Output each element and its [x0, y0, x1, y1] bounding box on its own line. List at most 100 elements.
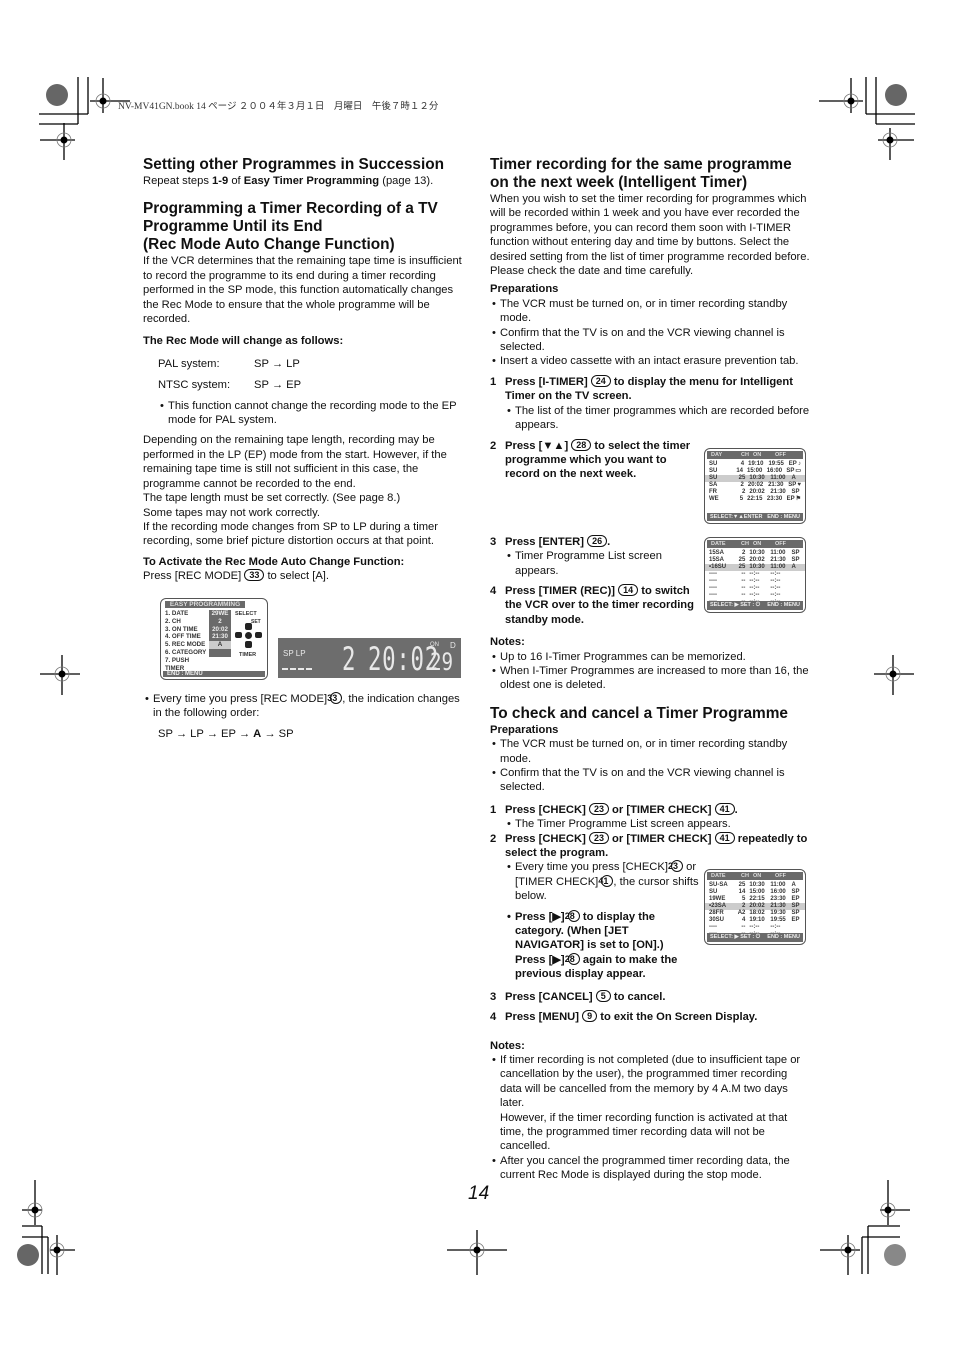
pal-note: This function cannot change the recordin…: [158, 399, 463, 428]
osd-row: --------:----:--: [705, 578, 805, 585]
easy-osd-rows: 1. DATE 29WE 2. CH 2 3. ON TIME 20:02 4. OFF T…: [165, 610, 235, 672]
easy-osd-row: 1. DATE 29WE: [165, 610, 235, 618]
osd-cell: 11:00: [770, 564, 786, 570]
osd-cell: 18:02: [749, 910, 765, 916]
section-title-succession: Setting other Programmes in Succession: [143, 156, 445, 173]
osd-cell: --: [741, 924, 746, 930]
osd-cell: 25: [738, 475, 746, 481]
osd-cell: 22:15: [749, 896, 765, 902]
category-icon: ▭: [795, 468, 801, 474]
osd-cell: SP: [788, 482, 797, 488]
distortion-text: If the recording mode changes from SP to…: [143, 520, 438, 548]
category-icon: ♪: [798, 461, 801, 467]
note-item: Up to 16 I-Timer Programmes can be memor…: [490, 650, 812, 664]
osd-footer-left: SELECT:▼▲ENTER: [710, 514, 763, 520]
osd-cell: 25: [738, 564, 746, 570]
osd-cell: --:--: [749, 592, 760, 598]
osd-cell: --:--: [770, 571, 781, 577]
osd-cell: 19:55: [768, 461, 784, 467]
osd-cell: A: [791, 564, 796, 570]
osd-row: SU-SA 25 10:30 11:00 A: [705, 882, 805, 889]
osd-cell: 2: [740, 482, 744, 488]
osd-cell: 11:00: [770, 882, 786, 888]
osd-cell: 23:30: [770, 896, 786, 902]
osd-cell: SU: [709, 461, 718, 467]
easy-osd-row: 4. OFF TIME 21:30: [165, 633, 235, 642]
check-step-1: 1 Press [CHECK] 23 or [TIMER CHECK] 41.: [490, 802, 738, 816]
osd-cell: 23:30: [766, 496, 783, 502]
some-tapes-text: Some tapes may not work correctly.: [143, 506, 320, 519]
easy-osd-row-label: 6. CATEGORY: [165, 648, 207, 656]
osd-cell: 16:00: [770, 889, 786, 895]
osd-cell: SP: [791, 550, 800, 556]
osd-header: DAY CH ON OFF: [707, 451, 803, 459]
vcr-display: SP LP 2 20:02 ON D 29: [278, 638, 461, 678]
osd-cell: A2: [737, 910, 746, 916]
osd-cell: SP: [791, 910, 800, 916]
check-step-1-note: The Timer Programme List screen appears.: [490, 817, 812, 831]
timer-list-osd-screen-2: DATE CH ON OFF SU-SA 25 10:30 11:00 A SU 14 15:00 16…: [704, 869, 806, 945]
check-step-2-note-1: Every time you press [CHECK] 23 or [TIME…: [490, 860, 700, 903]
check-step-4: 4 Press [MENU] 9 to exit the On Screen Di…: [490, 1010, 758, 1024]
osd-row: 30SU 4 19:10 19:55 EP: [705, 917, 805, 924]
rec-mode-change-heading: The Rec Mode will change as follows:: [143, 335, 344, 348]
lcd-channel: 2: [342, 640, 356, 678]
osd-row: FR 2 20:02 21:30 SP: [705, 489, 805, 496]
intelligent-timer-intro: When you wish to set the timer recording…: [490, 193, 810, 278]
osd-cell: 30SU: [709, 917, 725, 923]
easy-osd-row-label: 4. OFF TIME: [165, 633, 201, 641]
osd-row: SU 4 19:10 19:55 EP ♪: [705, 461, 805, 468]
lcd-date: 29: [430, 648, 454, 676]
easy-osd-row-label: 1. DATE: [165, 610, 189, 617]
osd-cell: 21:30: [768, 482, 784, 488]
osd-row: --------:----:--: [705, 592, 805, 599]
osd-cell: ----: [709, 578, 717, 584]
prep-item: The VCR must be turned on, or in timer r…: [490, 297, 812, 326]
osd-cell: --:--: [749, 585, 760, 591]
osd-cell: SP: [791, 889, 800, 895]
page-number: 14: [468, 1183, 490, 1204]
easy-osd-row: 6. CATEGORY: [165, 648, 235, 657]
osd-cell: 5: [739, 496, 744, 502]
osd-cell: 21:30: [770, 557, 786, 563]
osd-header: DATE CH ON OFF: [707, 872, 803, 880]
osd-row: SU 14 15:00 16:00 SP ▭: [705, 468, 805, 475]
osd-cell: ----: [709, 592, 717, 598]
itimer-step-2: 2 Press [▼▲] 28 to select the timer progr…: [490, 438, 691, 481]
osd-cell: WE: [709, 496, 719, 502]
note-item: When I-Timer Programmes are increased to…: [490, 664, 812, 693]
osd-footer-left: SELECT: ▶ SET : ⏻: [710, 602, 761, 608]
osd-cell: --:--: [770, 585, 781, 591]
osd-cell: 14: [738, 889, 746, 895]
osd-cell: 25: [738, 557, 746, 563]
osd-cell: --: [741, 592, 746, 598]
osd-row: •23SA 2 20:02 21:30 SP: [705, 903, 805, 910]
osd-cell: --: [741, 571, 746, 577]
osd-cell: 21:30: [770, 489, 786, 495]
ntsc-row: NTSC system: SP → EP: [158, 379, 302, 392]
osd-column-header: ON: [753, 873, 762, 879]
osd-cell: 19WE: [709, 896, 726, 902]
osd-column-header: OFF: [775, 452, 786, 458]
osd-footer-right: END : MENU: [767, 514, 800, 520]
osd-cell: 2: [742, 903, 746, 909]
section-title-intelligent-timer: Timer recording for the same programme on…: [490, 156, 792, 191]
note2-item: After you cancel the programmed timer re…: [490, 1154, 812, 1183]
osd-cell: SU-SA: [709, 882, 728, 888]
osd-row: SU 25 10:30 11:00 A: [705, 475, 805, 482]
osd-cell: 28FR: [709, 910, 724, 916]
easy-osd-row-label: 2. CH: [165, 617, 181, 625]
osd-column-header: OFF: [775, 541, 786, 547]
osd-cell: [791, 924, 801, 931]
prep-item: Confirm that the TV is on and the VCR vi…: [490, 326, 812, 355]
osd-cell: 16:00: [766, 468, 783, 474]
activate-text: Press [REC MODE] 33 to select [A].: [143, 569, 330, 583]
osd-cell: 21:30: [770, 903, 786, 909]
osd-cell: EP: [791, 896, 800, 902]
osd-cell: SP: [791, 903, 800, 909]
easy-osd-row-value: 21:30: [209, 633, 231, 642]
osd-cell: [791, 585, 801, 592]
osd-cell: 15SA: [709, 550, 725, 556]
rec-mode-intro: If the VCR determines that the remaining…: [143, 255, 462, 326]
easy-osd-row-label: 3. ON TIME: [165, 625, 198, 633]
